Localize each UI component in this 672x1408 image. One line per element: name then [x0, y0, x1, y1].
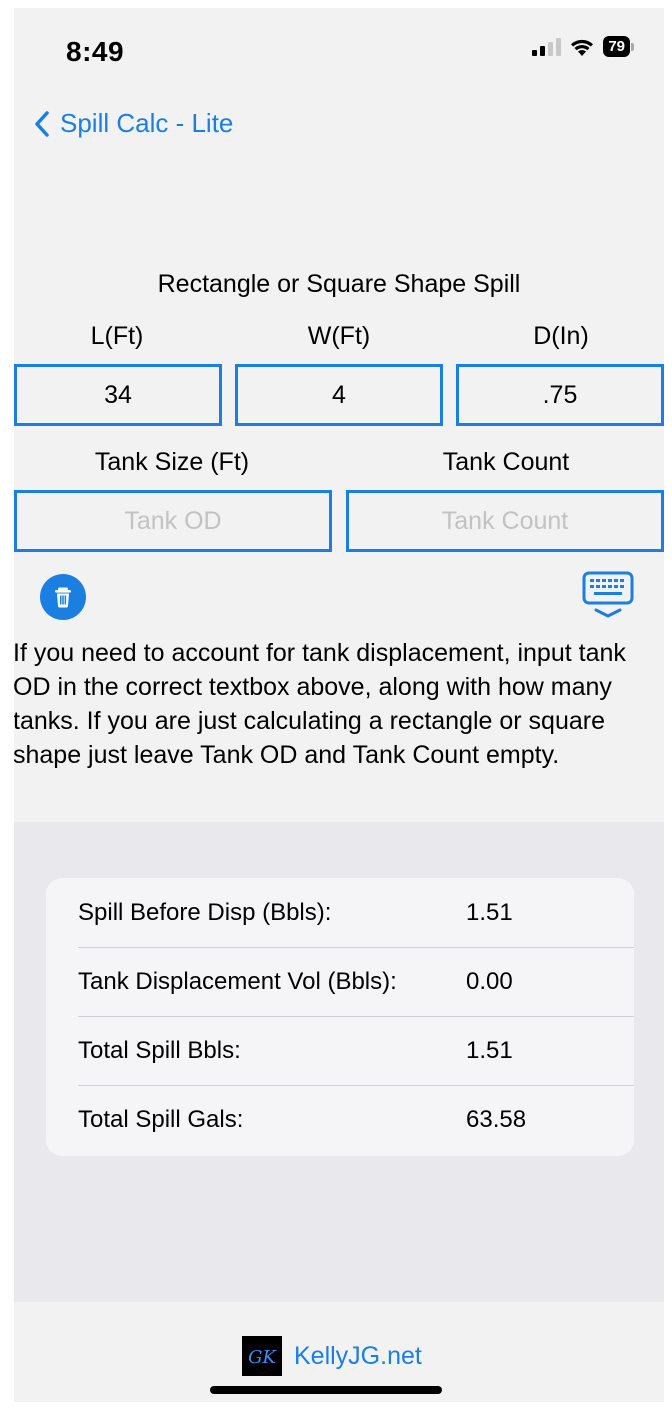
back-button[interactable]: Spill Calc - Lite — [34, 108, 233, 139]
result-row: Tank Displacement Vol (Bbls): 0.00 — [78, 947, 634, 1017]
result-row: Total Spill Gals: 63.58 — [78, 1085, 634, 1154]
result-row: Spill Before Disp (Bbls): 1.51 — [78, 878, 634, 948]
result-value: 63.58 — [466, 1105, 527, 1133]
keyboard-icon — [582, 571, 634, 618]
depth-input[interactable] — [456, 364, 664, 426]
length-input[interactable] — [14, 364, 222, 426]
tank-count-input[interactable] — [346, 490, 664, 552]
result-label: Total Spill Gals: — [78, 1105, 244, 1133]
tank-count-label: Tank Count — [442, 448, 570, 476]
trash-icon — [55, 587, 71, 608]
form-title: Rectangle or Square Shape Spill — [157, 270, 521, 298]
battery-level: 79 — [603, 36, 630, 57]
clear-button[interactable] — [40, 574, 86, 620]
wifi-icon — [571, 39, 594, 56]
tank-size-label: Tank Size (Ft) — [94, 448, 250, 476]
result-value: 1.51 — [466, 1036, 513, 1064]
result-row: Total Spill Bbls: 1.51 — [78, 1016, 634, 1086]
depth-label: D(In) — [533, 322, 589, 350]
tank-od-input[interactable] — [14, 490, 332, 552]
width-label: W(Ft) — [307, 322, 371, 350]
chevron-left-icon — [35, 110, 49, 137]
home-indicator[interactable] — [210, 1386, 442, 1394]
results-card: Spill Before Disp (Bbls): 1.51 Tank Disp… — [46, 878, 634, 1156]
battery-icon: 79 — [603, 36, 634, 57]
brand-logo: GK — [242, 1336, 282, 1376]
length-label: L(Ft) — [90, 322, 144, 350]
website-link[interactable]: GK KellyJG.net — [242, 1336, 422, 1376]
status-time: 8:49 — [66, 36, 125, 67]
results-area: Spill Before Disp (Bbls): 1.51 Tank Disp… — [14, 822, 664, 1302]
result-label: Spill Before Disp (Bbls): — [78, 898, 332, 926]
result-value: 0.00 — [466, 967, 513, 995]
svg-text:GK: GK — [248, 1347, 277, 1368]
result-value: 1.51 — [466, 898, 513, 926]
signal-icon — [532, 37, 562, 56]
result-label: Tank Displacement Vol (Bbls): — [78, 967, 397, 995]
help-text: If you need to account for tank displace… — [14, 639, 626, 769]
app-screen: 8:49 79 Spill Calc - Lite Rectangle or S… — [14, 8, 664, 1402]
keyboard-button[interactable] — [580, 570, 636, 620]
width-input[interactable] — [235, 364, 443, 426]
website-link-label: KellyJG.net — [294, 1341, 422, 1370]
back-label: Spill Calc - Lite — [60, 108, 234, 138]
status-icons: 79 — [532, 36, 634, 57]
result-label: Total Spill Bbls: — [78, 1036, 241, 1064]
